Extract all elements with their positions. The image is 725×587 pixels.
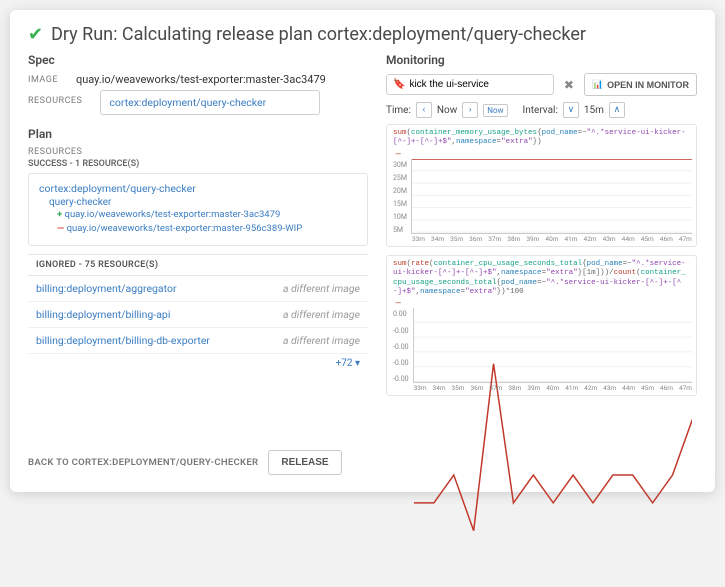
search-input[interactable] (409, 79, 546, 90)
ignored-resource: billing:deployment/aggregator (36, 282, 177, 295)
plan-resource-box: cortex:deployment/query-checker query-ch… (28, 173, 368, 246)
image-label: IMAGE (28, 75, 58, 85)
ignored-reason: a different image (283, 334, 360, 347)
minus-icon: — (57, 223, 67, 234)
image-value: quay.io/weaveworks/test-exporter:master-… (76, 73, 326, 86)
plot-area[interactable]: 33m34m35m36m37m38m39m40m41m42m43m44m45m4… (411, 159, 692, 234)
interval-up-button[interactable]: ∧ (609, 102, 625, 118)
ignored-reason: a different image (283, 282, 360, 295)
time-toolbar: Time: ‹ Now › Now Interval: ∨ 15m ∧ (386, 102, 697, 118)
success-check-icon: ✔ (28, 24, 43, 45)
ignored-resource: billing:deployment/billing-db-exporter (36, 334, 210, 347)
back-link[interactable]: BACK TO CORTEX:DEPLOYMENT/QUERY-CHECKER (28, 457, 258, 468)
ignored-list: billing:deployment/aggregator a differen… (28, 276, 368, 354)
release-panel: ✔ Dry Run: Calculating release plan cort… (10, 10, 715, 492)
time-prev-button[interactable]: ‹ (416, 102, 432, 118)
resource-input[interactable]: cortex:deployment/query-checker (100, 90, 320, 115)
clear-search-icon[interactable]: ✖ (560, 78, 578, 92)
plan-success-label: SUCCESS - 1 RESOURCE(S) (28, 159, 368, 169)
ignored-header: IGNORED - 75 RESOURCE(S) (28, 254, 368, 276)
plan-heading: Plan (28, 127, 368, 141)
series-legend-icon: — (395, 150, 401, 159)
interval-down-button[interactable]: ∨ (563, 102, 579, 118)
remove-image: quay.io/weaveworks/test-exporter:master-… (67, 223, 303, 234)
ignored-row[interactable]: billing:deployment/billing-api a differe… (28, 302, 368, 328)
plus-icon: + (57, 209, 65, 220)
release-button[interactable]: RELEASE (268, 450, 341, 475)
y-axis: 30M25M20M15M10M5M (391, 159, 411, 244)
chart-query: sum(container_memory_usage_bytes{pod_nam… (391, 129, 692, 150)
page-title: Dry Run: Calculating release plan cortex… (51, 24, 586, 45)
y-axis: 0.00-0.00-0.00-0.00-0.00 (391, 308, 413, 393)
time-next-button[interactable]: › (462, 102, 478, 118)
memory-chart: sum(container_memory_usage_bytes{pod_nam… (386, 124, 697, 247)
add-image: quay.io/weaveworks/test-exporter:master-… (65, 209, 281, 220)
resources-label: RESOURCES (28, 90, 82, 106)
tag-icon: 🔖 (393, 79, 405, 90)
time-now-button[interactable]: Now (483, 104, 507, 117)
interval-value: 15m (584, 105, 604, 116)
x-axis: 33m34m35m36m37m38m39m40m41m42m43m44m45m4… (414, 384, 692, 392)
time-current: Now (437, 105, 457, 116)
chevron-down-icon: ▾ (355, 358, 360, 369)
more-ignored-toggle[interactable]: +72 ▾ (28, 354, 368, 373)
ignored-row[interactable]: billing:deployment/aggregator a differen… (28, 276, 368, 302)
x-axis: 33m34m35m36m37m38m39m40m41m42m43m44m45m4… (412, 235, 692, 243)
right-column: Monitoring 🔖 ✖ 📊 OPEN IN MONITOR Time: ‹… (386, 53, 697, 475)
ignored-row[interactable]: billing:deployment/billing-db-exporter a… (28, 328, 368, 354)
ignored-resource: billing:deployment/billing-api (36, 308, 170, 321)
open-in-monitor-button[interactable]: 📊 OPEN IN MONITOR (584, 73, 697, 96)
plan-container-name[interactable]: query-checker (49, 197, 357, 208)
series-legend-icon: — (395, 299, 401, 308)
external-chart-icon: 📊 (592, 79, 603, 90)
ignored-reason: a different image (283, 308, 360, 321)
left-column: Spec IMAGE quay.io/weaveworks/test-expor… (28, 53, 368, 475)
monitor-search[interactable]: 🔖 (386, 74, 554, 95)
spec-heading: Spec (28, 53, 368, 67)
plan-resource-name[interactable]: cortex:deployment/query-checker (39, 182, 357, 195)
plan-resources-label: RESOURCES (28, 147, 368, 157)
interval-label: Interval: (523, 105, 558, 116)
title-row: ✔ Dry Run: Calculating release plan cort… (28, 24, 697, 45)
image-diff: + quay.io/weaveworks/test-exporter:maste… (57, 208, 357, 237)
monitoring-heading: Monitoring (386, 53, 697, 67)
time-label: Time: (386, 105, 411, 116)
plot-area[interactable]: 33m34m35m36m37m38m39m40m41m42m43m44m45m4… (413, 308, 692, 383)
